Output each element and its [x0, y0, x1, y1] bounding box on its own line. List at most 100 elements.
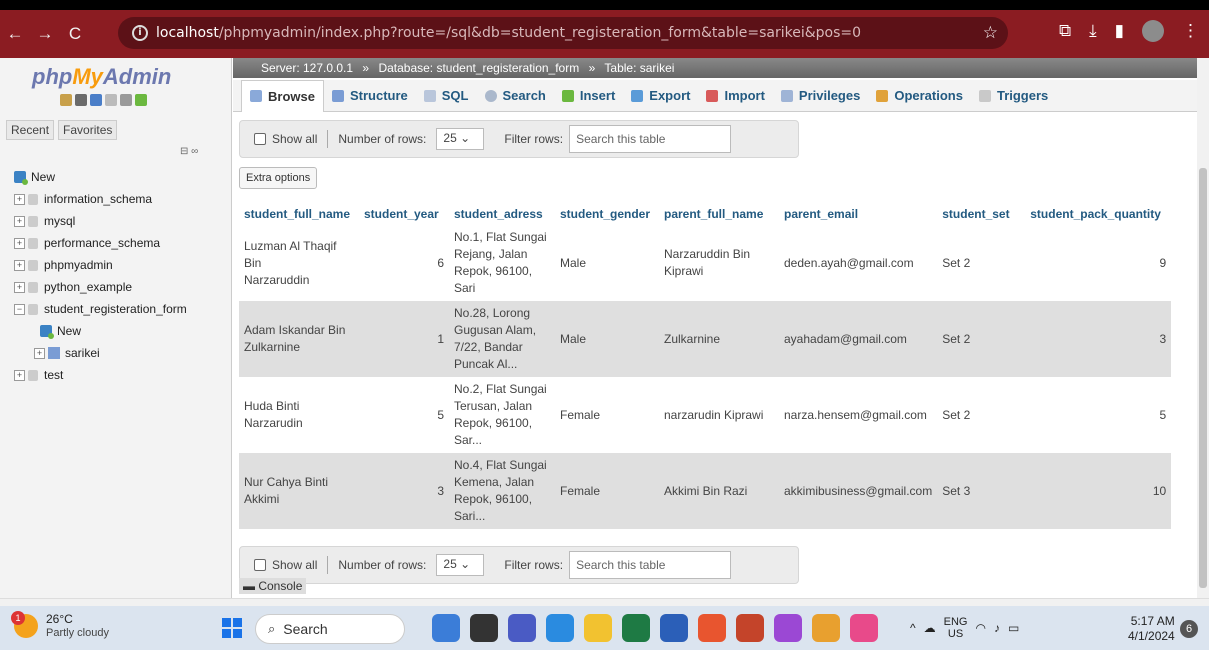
cell-student-full-name[interactable]: Huda Binti Narzarudin	[239, 377, 359, 453]
onedrive-icon[interactable]: ☁	[924, 621, 936, 635]
taskbar-search[interactable]: ⌕ Search	[255, 614, 405, 644]
table-row[interactable]: Adam Iskandar Bin Zulkarnine 1 No.28, Loron…	[239, 301, 1172, 377]
logout-icon[interactable]	[75, 94, 87, 106]
language-indicator[interactable]: ENG US	[944, 616, 968, 640]
docs-icon[interactable]	[105, 94, 117, 106]
cell-parent-email[interactable]: ayahadam@gmail.com	[779, 301, 938, 377]
filter-rows-input[interactable]: Search this table	[569, 551, 732, 579]
tab-sql[interactable]: SQL	[416, 80, 477, 112]
profile-avatar[interactable]	[1142, 20, 1164, 42]
expand-icon[interactable]: +	[14, 215, 25, 227]
column-header[interactable]: student_adress	[449, 203, 555, 225]
column-header[interactable]: parent_email	[779, 203, 938, 225]
horizontal-scrollbar[interactable]	[0, 598, 1209, 606]
tab-import[interactable]: Import	[698, 80, 772, 112]
bookmark-star-icon[interactable]: ☆	[983, 23, 998, 43]
cell-student-adress[interactable]: No.1, Flat Sungai Rejang, Jalan Repok, 961…	[449, 225, 555, 301]
cell-student-gender[interactable]: Male	[555, 225, 659, 301]
cell-student-set[interactable]: Set 3	[937, 453, 1026, 529]
cell-student-adress[interactable]: No.4, Flat Sungai Kemena, Jalan Repok, 961…	[449, 453, 555, 529]
tab-search[interactable]: Search	[477, 80, 554, 112]
settings-icon[interactable]	[120, 94, 132, 106]
rows-select[interactable]: 25 ⌄	[436, 554, 485, 576]
forward-icon[interactable]: →	[30, 24, 60, 44]
expand-icon[interactable]: +	[14, 259, 25, 271]
breadcrumb-server[interactable]: Server: 127.0.0.1	[261, 61, 353, 75]
extra-options-button[interactable]: Extra options	[239, 167, 318, 189]
column-header[interactable]: student_gender	[555, 203, 659, 225]
column-header[interactable]: student_year	[359, 203, 449, 225]
tab-export[interactable]: Export	[623, 80, 698, 112]
tab-triggers[interactable]: Triggers	[971, 80, 1056, 112]
cell-student-pack-quantity[interactable]: 9	[1025, 225, 1172, 301]
tree-item-sarikei[interactable]: + sarikei	[0, 342, 232, 364]
cell-parent-full-name[interactable]: Akkimi Bin Razi	[659, 453, 779, 529]
app-icon[interactable]	[470, 614, 498, 642]
expand-icon[interactable]: +	[34, 347, 45, 359]
expand-icon[interactable]: +	[14, 193, 25, 205]
tree-item-performance-schema[interactable]: + performance_schema	[0, 232, 232, 254]
expand-icon[interactable]: +	[14, 369, 25, 381]
cell-student-year[interactable]: 3	[359, 453, 449, 529]
tab-browse[interactable]: Browse	[241, 79, 324, 112]
cell-student-adress[interactable]: No.28, Lorong Gugusan Alam, 7/22, Bandar Pu…	[449, 301, 555, 377]
collapse-icon[interactable]: −	[14, 303, 25, 315]
favorites-tab[interactable]: Favorites	[58, 120, 118, 140]
battery-icon[interactable]: ▭	[1008, 621, 1019, 635]
powerpoint-icon[interactable]	[736, 614, 764, 642]
cell-student-full-name[interactable]: Adam Iskandar Bin Zulkarnine	[239, 301, 359, 377]
file-explorer-icon[interactable]	[584, 614, 612, 642]
cell-student-full-name[interactable]: Luzman Al Thaqif Bin Narzaruddin	[239, 225, 359, 301]
cell-parent-full-name[interactable]: Narzaruddin Bin Kiprawi	[659, 225, 779, 301]
weather-widget[interactable]: 1 26°C Partly cloudy	[11, 610, 109, 639]
cell-student-year[interactable]: 1	[359, 301, 449, 377]
tree-item-sub-new[interactable]: New	[0, 320, 232, 342]
expand-icon[interactable]: +	[14, 281, 25, 293]
reload-nav-icon[interactable]	[135, 94, 147, 106]
tab-privileges[interactable]: Privileges	[773, 80, 868, 112]
cell-parent-email[interactable]: deden.ayah@gmail.com	[779, 225, 938, 301]
site-info-icon[interactable]: i	[132, 25, 148, 41]
phpmyadmin-logo[interactable]: phpMyAdmin	[32, 64, 171, 90]
cell-parent-full-name[interactable]: narzarudin Kiprawi	[659, 377, 779, 453]
column-header[interactable]: student_pack_quantity	[1025, 203, 1172, 225]
recent-tab[interactable]: Recent	[6, 120, 55, 140]
column-header[interactable]: parent_full_name	[659, 203, 779, 225]
cell-student-gender[interactable]: Male	[555, 301, 659, 377]
volume-icon[interactable]: ♪	[994, 621, 1000, 635]
cell-student-gender[interactable]: Female	[555, 377, 659, 453]
breadcrumb-database[interactable]: Database: student_registeration_form	[378, 61, 579, 75]
clock[interactable]: 5:17 AM 4/1/2024	[1128, 614, 1175, 644]
table-row[interactable]: Huda Binti Narzarudin 5 No.2, Flat Sungai Te…	[239, 377, 1172, 453]
cell-student-set[interactable]: Set 2	[937, 225, 1026, 301]
cell-student-gender[interactable]: Female	[555, 453, 659, 529]
app-icon[interactable]	[774, 614, 802, 642]
cell-student-pack-quantity[interactable]: 10	[1025, 453, 1172, 529]
cell-parent-email[interactable]: narza.hensem@gmail.com	[779, 377, 938, 453]
cell-student-full-name[interactable]: Nur Cahya Binti Akkimi	[239, 453, 359, 529]
cell-parent-email[interactable]: akkimibusiness@gmail.com	[779, 453, 938, 529]
chevron-up-icon[interactable]: ^	[910, 621, 916, 635]
app-icon[interactable]	[432, 614, 460, 642]
rows-select[interactable]: 25 ⌄	[436, 128, 485, 150]
filter-rows-input[interactable]: Search this table	[569, 125, 732, 153]
extensions-icon[interactable]: ⧉	[1059, 21, 1071, 41]
tab-insert[interactable]: Insert	[554, 80, 623, 112]
show-all-checkbox[interactable]	[254, 559, 266, 571]
tree-item-python-example[interactable]: + python_example	[0, 276, 232, 298]
tab-structure[interactable]: Structure	[324, 80, 416, 112]
tree-item-student-registeration-form[interactable]: − student_registeration_form	[0, 298, 232, 320]
word-icon[interactable]	[660, 614, 688, 642]
sidepanel-icon[interactable]: ▮	[1115, 21, 1124, 41]
collapse-all-icon[interactable]: ⊟ ∞	[180, 146, 198, 157]
console-button[interactable]: ▬ Console	[239, 578, 307, 594]
tree-item-mysql[interactable]: + mysql	[0, 210, 232, 232]
home-icon[interactable]	[60, 94, 72, 106]
cell-student-year[interactable]: 6	[359, 225, 449, 301]
table-row[interactable]: Luzman Al Thaqif Bin Narzaruddin 6 No.1, Fl…	[239, 225, 1172, 301]
expand-icon[interactable]: +	[14, 237, 25, 249]
back-icon[interactable]: ←	[0, 24, 30, 44]
vertical-scrollbar[interactable]	[1197, 58, 1209, 598]
tab-operations[interactable]: Operations	[868, 80, 971, 112]
chrome-icon[interactable]	[812, 614, 840, 642]
